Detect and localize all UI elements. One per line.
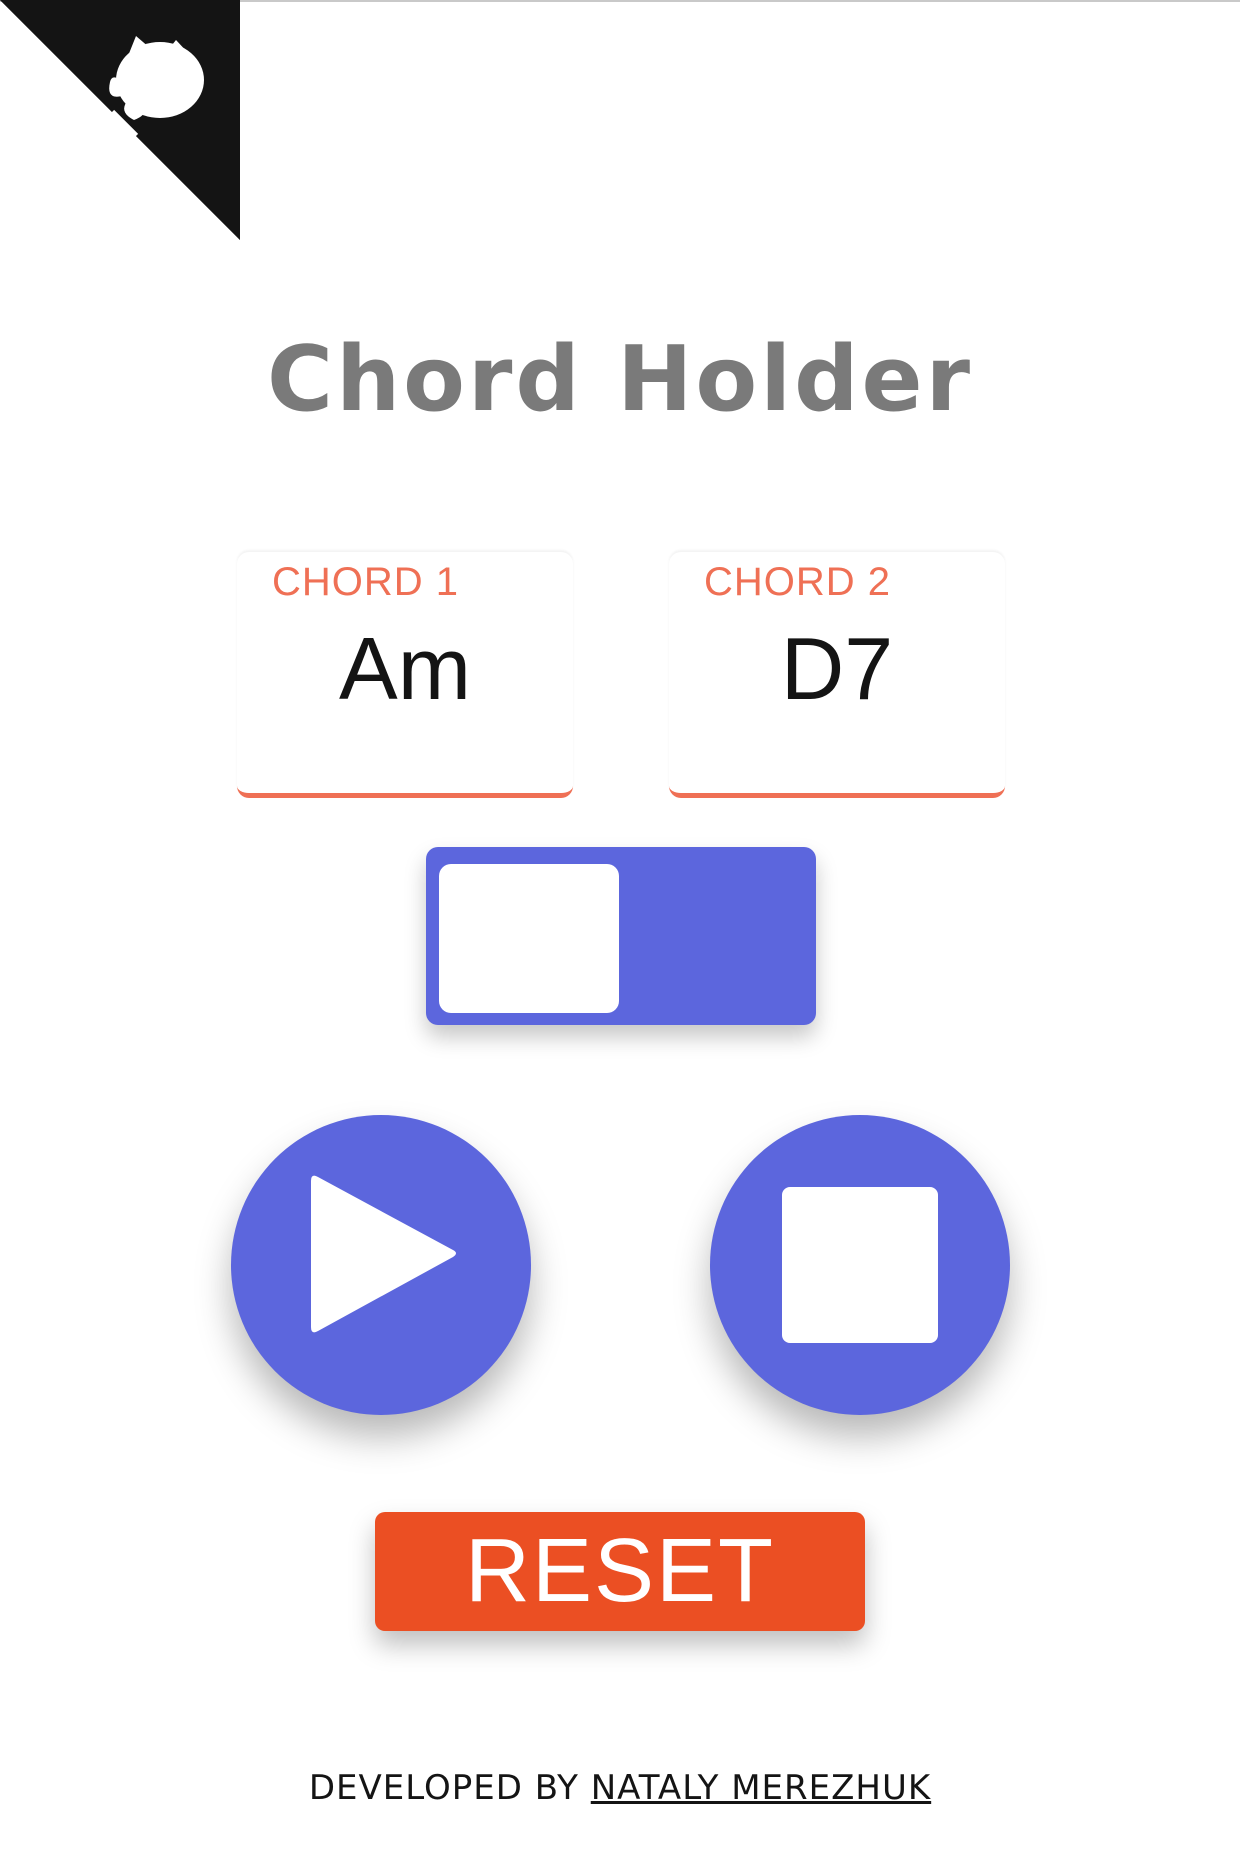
author-link[interactable]: NATALY MEREZHUK: [591, 1768, 931, 1808]
toggle-knob[interactable]: [439, 864, 619, 1013]
footer-credit: DEVELOPED BY NATALY MEREZHUK: [0, 1766, 1240, 1810]
footer-prefix: DEVELOPED BY: [308, 1768, 591, 1808]
chord-toggle-switch[interactable]: [426, 847, 816, 1025]
chord-1-input[interactable]: [237, 614, 573, 724]
chord-1-field[interactable]: CHORD 1: [237, 552, 573, 798]
github-octocat-icon: [0, 0, 240, 240]
chord-2-label: CHORD 2: [704, 560, 892, 604]
play-icon: [311, 1175, 456, 1333]
page-title: Chord Holder: [267, 327, 973, 432]
reset-button[interactable]: RESET: [375, 1512, 865, 1631]
github-corner-link[interactable]: [0, 0, 240, 240]
chord-2-field[interactable]: CHORD 2: [669, 552, 1005, 798]
stop-icon: [782, 1187, 938, 1343]
stop-button[interactable]: [710, 1115, 1010, 1415]
chord-1-label: CHORD 1: [272, 560, 460, 604]
chord-2-input[interactable]: [669, 614, 1005, 724]
play-button[interactable]: [231, 1115, 531, 1415]
